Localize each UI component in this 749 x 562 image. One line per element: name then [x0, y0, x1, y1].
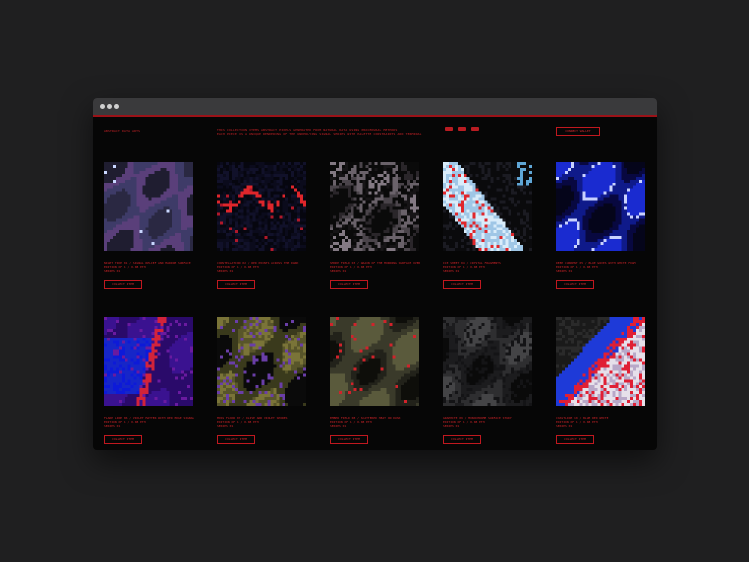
artwork-caption: MOSS FLOOR 07 / OLIVE AND VIOLET SPORES E… — [217, 416, 307, 428]
artwork-thumbnail[interactable] — [556, 317, 645, 406]
collect-item-button[interactable]: COLLECT ITEM — [330, 280, 368, 289]
caption-meta-2: SERIES 01 — [330, 424, 347, 428]
artwork-caption: EMBER FIELD 08 / SCATTERED HEAT ON DUSK E… — [330, 416, 420, 428]
caption-meta-2: SERIES 01 — [104, 269, 121, 273]
artwork-caption: CONSTELLATION 02 / RED POINTS ACROSS THE… — [217, 261, 307, 273]
artwork-thumbnail[interactable] — [104, 162, 193, 251]
nav-icons — [445, 127, 479, 131]
artwork-thumbnail[interactable] — [217, 162, 306, 251]
artwork-pixels — [556, 317, 645, 406]
artwork-thumbnail[interactable] — [556, 162, 645, 251]
brand-name[interactable]: ABSTRACT DATA ARTS — [104, 129, 164, 133]
caption-meta-2: SERIES 01 — [556, 269, 573, 273]
artwork-thumbnail[interactable] — [443, 317, 532, 406]
artwork-pixels — [104, 317, 193, 406]
artwork-caption: SMOKE FIELD 03 / GRAIN OF THE MORNING SU… — [330, 261, 420, 273]
intro-line-2: EACH PIECE IS A UNIQUE RENDERING OF THE … — [217, 132, 422, 136]
caption-meta-2: SERIES 01 — [330, 269, 347, 273]
cart-icon[interactable] — [471, 127, 479, 131]
caption-meta-2: SERIES 01 — [217, 269, 234, 273]
artwork-thumbnail[interactable] — [104, 317, 193, 406]
grid-icon[interactable] — [458, 127, 466, 131]
caption-meta-2: SERIES 01 — [443, 269, 460, 273]
collect-item-button[interactable]: COLLECT ITEM — [443, 280, 481, 289]
artwork-pixels — [104, 162, 193, 251]
artwork-pixels — [217, 317, 306, 406]
caption-meta-2: SERIES 01 — [104, 424, 121, 428]
maximize-dot-icon[interactable] — [114, 104, 119, 109]
collect-item-button[interactable]: COLLECT ITEM — [104, 280, 142, 289]
artwork-caption: ICE SHEET 04 / CRYSTAL FRAGMENTS EDITION … — [443, 261, 533, 273]
collect-item-button[interactable]: COLLECT ITEM — [217, 435, 255, 444]
collect-item-button[interactable]: COLLECT ITEM — [217, 280, 255, 289]
artwork-pixels — [330, 317, 419, 406]
artwork-caption: NIGHT TIDE 01 / SIGNAL RELIEF AND MARINE… — [104, 261, 194, 273]
artwork-caption: COASTLINE 10 / BLUE RED WHITE EDITION OF … — [556, 416, 646, 428]
minimize-dot-icon[interactable] — [107, 104, 112, 109]
artwork-caption: DEEP CURRENT 05 / BLUE WAVES WITH WHITE … — [556, 261, 646, 273]
collect-item-button[interactable]: COLLECT ITEM — [443, 435, 481, 444]
caption-meta-2: SERIES 01 — [217, 424, 234, 428]
artwork-thumbnail[interactable] — [330, 317, 419, 406]
collect-item-button[interactable]: COLLECT ITEM — [330, 435, 368, 444]
artwork-thumbnail[interactable] — [443, 162, 532, 251]
caption-meta-2: SERIES 01 — [443, 424, 460, 428]
artwork-pixels — [443, 162, 532, 251]
artwork-pixels — [217, 162, 306, 251]
artwork-pixels — [556, 162, 645, 251]
artwork-pixels — [330, 162, 419, 251]
collect-item-button[interactable]: COLLECT ITEM — [104, 435, 142, 444]
artwork-pixels — [443, 317, 532, 406]
artwork-caption: GRAPHITE 09 / MONOCHROME SURFACE STUDY ED… — [443, 416, 533, 428]
window-titlebar — [93, 98, 657, 117]
close-dot-icon[interactable] — [100, 104, 105, 109]
browser-window: ABSTRACT DATA ARTS THIS COLLECTION ITEMS… — [93, 98, 657, 450]
collect-item-button[interactable]: COLLECT ITEM — [556, 435, 594, 444]
artwork-thumbnail[interactable] — [217, 317, 306, 406]
menu-icon[interactable] — [445, 127, 453, 131]
artwork-thumbnail[interactable] — [330, 162, 419, 251]
collect-item-button[interactable]: COLLECT ITEM — [556, 280, 594, 289]
connect-wallet-button[interactable]: CONNECT WALLET — [556, 127, 600, 136]
page-content: ABSTRACT DATA ARTS THIS COLLECTION ITEMS… — [93, 117, 657, 450]
caption-meta-2: SERIES 01 — [556, 424, 573, 428]
artwork-caption: FLARE LINE 06 / VIOLET MATTER WITH RED E… — [104, 416, 194, 428]
